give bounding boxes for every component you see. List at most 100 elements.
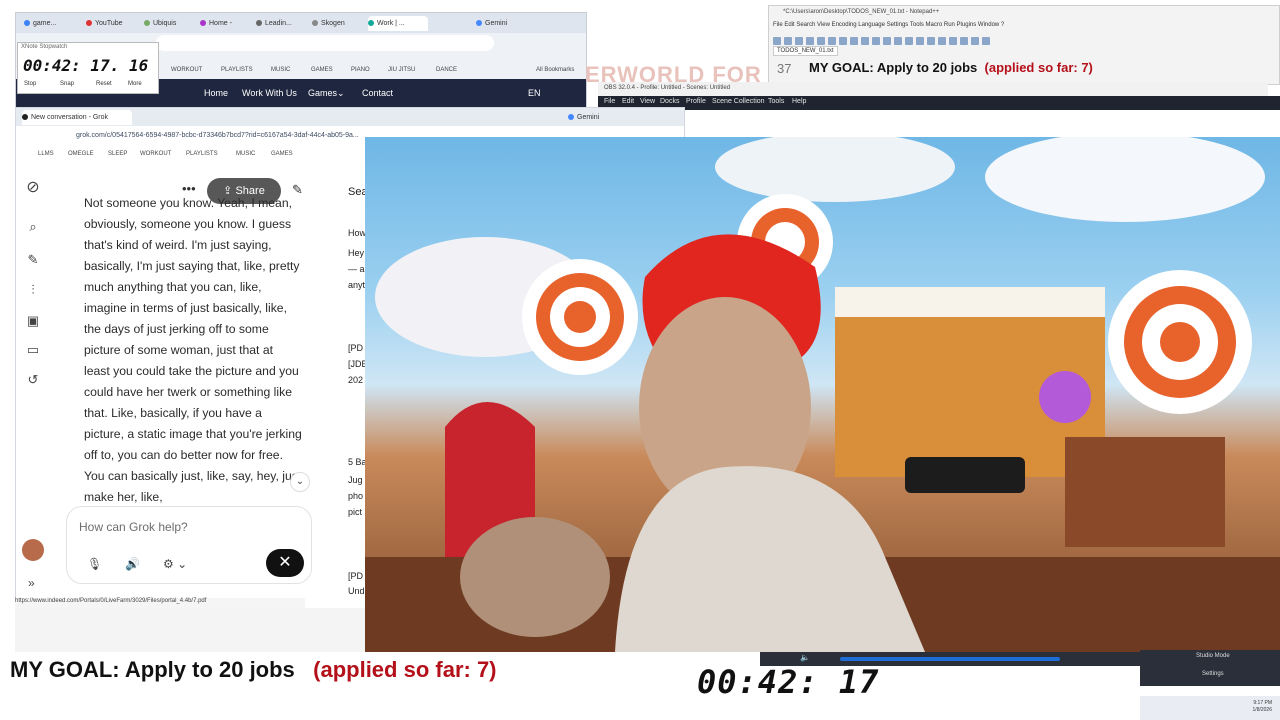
search-result-fragment: pho	[348, 491, 364, 501]
macro-icon[interactable]	[960, 37, 968, 45]
gemini-icon	[476, 20, 482, 27]
tab[interactable]: YouTube	[86, 16, 144, 31]
grok-sidebar: ⊘ ⌕ ✎ ⫶ ▣ ▭ ↺	[15, 170, 55, 602]
studio-mode-button[interactable]: Studio Mode	[1196, 653, 1230, 659]
voice-icon[interactable]: ⫶	[25, 282, 41, 298]
nav-games[interactable]: Games	[308, 88, 337, 98]
bookmark[interactable]: OMEGLE	[68, 151, 94, 157]
projects-icon[interactable]: ▭	[25, 342, 41, 358]
obs-menu-edit[interactable]: Edit	[622, 98, 634, 105]
file-tab[interactable]: TODOS_NEW_01.txt	[773, 46, 838, 56]
window-title: *C:\Users\aron\Desktop\TODOS_NEW_01.txt …	[783, 9, 940, 15]
bookmark[interactable]: PLAYLISTS	[186, 151, 218, 157]
tab[interactable]: Ubiquis	[144, 16, 200, 31]
imagine-icon[interactable]: ▣	[25, 313, 41, 329]
snap-button[interactable]: Snap	[60, 81, 74, 87]
speaker-icon[interactable]: 🔊	[125, 557, 140, 571]
obs-menu-tools[interactable]: Tools	[768, 98, 784, 105]
bookmark[interactable]: PIANO	[351, 67, 370, 73]
menu-bar[interactable]: File Edit Search View Encoding Language …	[773, 22, 1004, 28]
bookmark[interactable]: GAMES	[271, 151, 293, 157]
redo-icon[interactable]	[883, 37, 891, 45]
zoom-out-icon[interactable]	[927, 37, 935, 45]
undo-icon[interactable]	[872, 37, 880, 45]
save-all-icon[interactable]	[806, 37, 814, 45]
indent-icon[interactable]	[949, 37, 957, 45]
search-result-fragment[interactable]: [PD	[348, 571, 363, 581]
save-icon[interactable]	[795, 37, 803, 45]
new-chat-icon[interactable]: ✎	[25, 252, 41, 268]
avatar[interactable]	[22, 539, 44, 561]
stop-button[interactable]: Stop	[24, 81, 36, 87]
clock[interactable]: 9:17 PM 1/8/2026	[1253, 700, 1272, 714]
wrap-icon[interactable]	[938, 37, 946, 45]
bookmark[interactable]: GAMES	[311, 67, 333, 73]
open-icon[interactable]	[784, 37, 792, 45]
bookmark[interactable]: All Bookmarks	[536, 67, 574, 73]
status-url: https://www.indeed.com/Portals/0/LiveFar…	[15, 598, 305, 608]
bookmark[interactable]: SLEEP	[108, 151, 127, 157]
grok-logo-icon[interactable]: ⊘	[25, 180, 41, 196]
goal-text: MY GOAL: Apply to 20 jobs	[809, 60, 978, 75]
obs-menu-profile[interactable]: Profile	[686, 98, 706, 105]
search-result-fragment[interactable]: [PD	[348, 343, 363, 353]
print-icon[interactable]	[828, 37, 836, 45]
bookmark[interactable]: WORKOUT	[171, 67, 202, 73]
search-result-fragment[interactable]: 5 Ba	[348, 457, 367, 467]
tab-active[interactable]: New conversation - Grok	[22, 110, 132, 125]
obs-menu-file[interactable]: File	[604, 98, 615, 105]
search-icon[interactable]: ⌕	[25, 219, 41, 235]
search-result-fragment: pict	[348, 507, 363, 517]
scroll-down-icon[interactable]: ⌄	[290, 472, 310, 492]
tab[interactable]: game...	[24, 16, 86, 31]
tab-active[interactable]: Work | ...	[368, 16, 428, 31]
nav-contact[interactable]: Contact	[362, 88, 393, 98]
cut-icon[interactable]	[839, 37, 847, 45]
nav-work-with-us[interactable]: Work With Us	[242, 88, 297, 98]
editor-line[interactable]: MY GOAL: Apply to 20 jobs (applied so fa…	[809, 60, 1093, 75]
expand-sidebar-icon[interactable]: »	[28, 576, 35, 590]
tab[interactable]: Gemini	[476, 16, 516, 31]
tab-favicon-icon	[24, 20, 30, 27]
bookmark[interactable]: MUSIC	[236, 151, 255, 157]
grok-icon	[22, 114, 28, 121]
close-icon[interactable]: ✕	[266, 549, 304, 577]
replace-icon[interactable]	[905, 37, 913, 45]
tab[interactable]: Home -	[200, 16, 256, 31]
bookmark[interactable]: LLMS	[38, 151, 54, 157]
tab-favicon-icon	[200, 20, 206, 27]
copy-icon[interactable]	[850, 37, 858, 45]
tab[interactable]: Leadin...	[256, 16, 312, 31]
more-button[interactable]: More	[128, 81, 142, 87]
stopwatch-title: XNote Stopwatch	[21, 44, 68, 50]
obs-menu-help[interactable]: Help	[792, 98, 806, 105]
find-icon[interactable]	[894, 37, 902, 45]
zoom-in-icon[interactable]	[916, 37, 924, 45]
paste-icon[interactable]	[861, 37, 869, 45]
nav-home[interactable]: Home	[204, 88, 228, 98]
new-icon[interactable]	[773, 37, 781, 45]
microphone-icon[interactable]: 🎙	[87, 557, 102, 571]
search-result-fragment[interactable]: How	[348, 228, 366, 238]
bookmark[interactable]: JIU JITSU	[388, 67, 415, 73]
reset-button[interactable]: Reset	[96, 81, 112, 87]
obs-menu-view[interactable]: View	[640, 98, 655, 105]
mute-icon[interactable]: 🔈	[800, 653, 810, 662]
tab[interactable]: Gemini	[568, 110, 608, 125]
bookmark[interactable]: MUSIC	[271, 67, 290, 73]
bookmark[interactable]: WORKOUT	[140, 151, 171, 157]
settings-button[interactable]: Settings	[1202, 671, 1224, 677]
play-icon[interactable]	[971, 37, 979, 45]
record-icon[interactable]	[982, 37, 990, 45]
tab[interactable]: Skogen	[312, 16, 368, 31]
language-select[interactable]: EN	[528, 88, 541, 98]
close-icon[interactable]	[817, 37, 825, 45]
address-bar[interactable]	[156, 35, 494, 51]
bookmark[interactable]: PLAYLISTS	[221, 67, 253, 73]
bookmark[interactable]: DANCE	[436, 67, 457, 73]
obs-menu-docks[interactable]: Docks	[660, 98, 679, 105]
history-icon[interactable]: ↺	[25, 372, 41, 388]
model-settings-icon[interactable]: ⚙ ⌄	[163, 557, 187, 571]
volume-slider[interactable]	[840, 657, 1060, 661]
obs-menu-scene-collection[interactable]: Scene Collection	[712, 98, 765, 105]
